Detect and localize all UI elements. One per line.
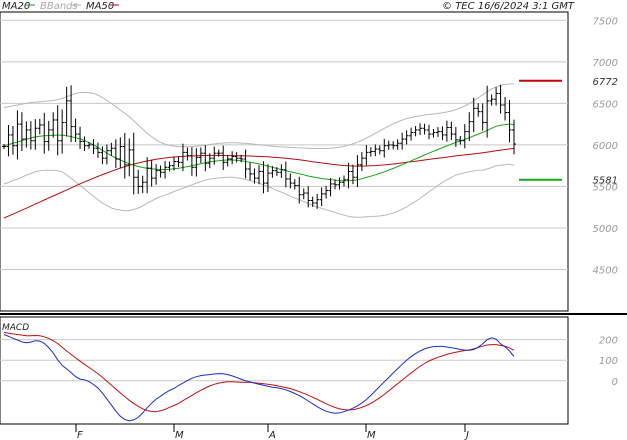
stock-chart: 67725581 4500500055006000650070007500 01… (0, 1, 627, 440)
level-label-6772: 6772 (593, 77, 618, 88)
y-tick-label: 4500 (593, 265, 618, 276)
x-tick-label: M (367, 430, 376, 440)
macd-label: MACD (2, 323, 29, 333)
y-tick-label: 6000 (593, 141, 618, 152)
copyright-text: © TEC 16/6/2024 3:1 GMT (442, 1, 575, 12)
price-y-axis: 4500 5000 5500 6000 6500 7000 7500 (593, 16, 618, 276)
y-tick-label: 7500 (593, 16, 618, 27)
x-tick-label: M (175, 430, 184, 440)
legend-ma50-label: MA50 (86, 1, 114, 12)
macd-y-tick-label: 0 (612, 377, 618, 388)
legend-bbands-label: BBands (40, 1, 78, 12)
price-panel-frame (0, 11, 569, 312)
y-tick-label: 7000 (593, 58, 618, 69)
x-tick-label: A (268, 430, 276, 440)
y-tick-label: 5000 (593, 224, 618, 235)
y-tick-label: 5500 (593, 182, 618, 193)
macd-y-tick-label: 100 (599, 356, 618, 367)
y-tick-label: 6500 (593, 99, 618, 110)
macd-panel-frame (0, 316, 569, 425)
legend-ma20-label: MA20 (2, 1, 30, 12)
x-axis: FMAMJ (75, 424, 469, 440)
macd-y-axis: 0 100 200 (599, 336, 618, 388)
macd-y-tick-label: 200 (599, 336, 618, 347)
x-tick-label: F (77, 430, 83, 440)
